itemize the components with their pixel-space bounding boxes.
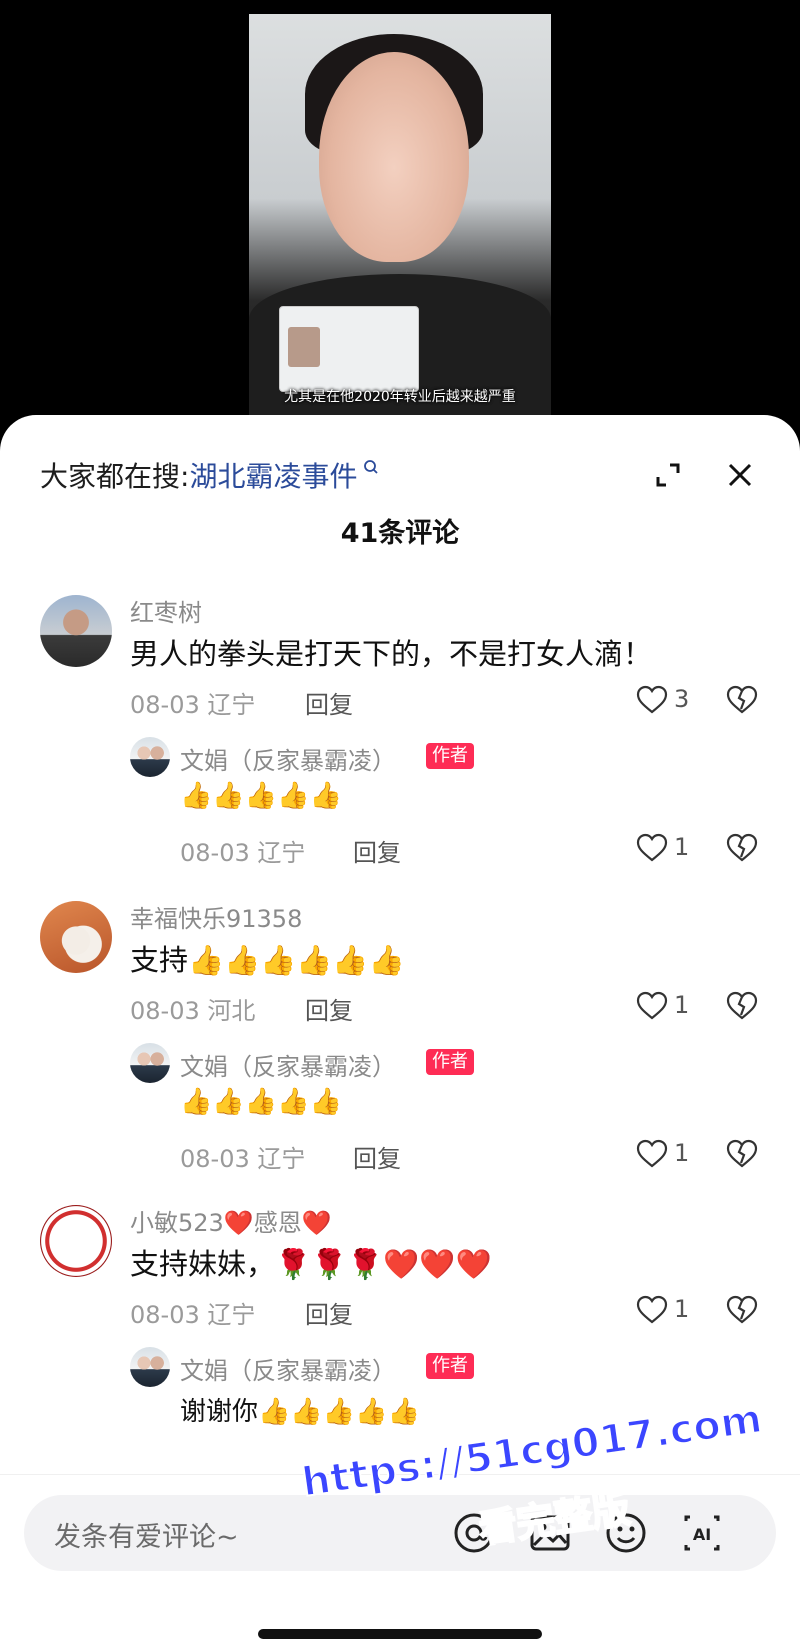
close-icon[interactable] xyxy=(722,457,758,493)
heart-icon[interactable] xyxy=(636,1139,668,1169)
heart-icon[interactable] xyxy=(636,1295,668,1325)
broken-heart-icon[interactable] xyxy=(726,685,758,715)
comment-input-placeholder: 发条有爱评论~ xyxy=(54,1522,239,1553)
author-avatar[interactable] xyxy=(130,737,170,777)
video-area[interactable]: 尤其是在他2020年转业后越来越严重 xyxy=(0,0,800,440)
like-count: 1 xyxy=(674,1139,690,1167)
heart-icon[interactable] xyxy=(636,991,668,1021)
reply-button[interactable]: 回复 xyxy=(353,833,401,868)
comment-text: 支持👍👍👍👍👍👍 xyxy=(130,943,405,977)
reply-username[interactable]: 文娟（反家暴霸凌） xyxy=(180,1047,396,1082)
like-count: 1 xyxy=(674,1295,690,1323)
author-badge: 作者 xyxy=(426,1049,474,1075)
like-count: 1 xyxy=(674,833,690,861)
avatar[interactable] xyxy=(40,901,112,973)
heart-icon[interactable] xyxy=(636,833,668,863)
reply-button[interactable]: 回复 xyxy=(353,1139,401,1174)
svg-text:AI: AI xyxy=(693,1525,711,1544)
video-subtitle: 尤其是在他2020年转业后越来越严重 xyxy=(284,389,516,405)
comment-username[interactable]: 小敏523❤️感恩❤️ xyxy=(130,1203,332,1238)
reply-meta: 08-03 辽宁 xyxy=(180,839,306,867)
reply-username[interactable]: 文娟（反家暴霸凌） xyxy=(180,1351,396,1386)
broken-heart-icon[interactable] xyxy=(726,1295,758,1325)
comment-text: 男人的拳头是打天下的，不是打女人滴！ xyxy=(130,637,653,671)
comment-meta: 08-03 辽宁 xyxy=(130,1301,256,1329)
reply-button[interactable]: 回复 xyxy=(305,685,353,720)
like-count: 3 xyxy=(674,685,690,713)
comment-text: 支持妹妹，🌹🌹🌹❤️❤️❤️ xyxy=(130,1247,492,1281)
reply-button[interactable]: 回复 xyxy=(305,1295,353,1330)
author-avatar[interactable] xyxy=(130,1347,170,1387)
heart-icon[interactable] xyxy=(636,685,668,715)
video-person-face xyxy=(319,52,469,262)
id-card-image xyxy=(279,306,419,392)
broken-heart-icon[interactable] xyxy=(726,991,758,1021)
comment-input[interactable]: 发条有爱评论~ AI xyxy=(24,1495,776,1571)
author-badge: 作者 xyxy=(426,743,474,769)
author-avatar[interactable] xyxy=(130,1043,170,1083)
comment-meta: 08-03 河北 xyxy=(130,997,256,1025)
comment-username[interactable]: 幸福快乐91358 xyxy=(130,899,302,934)
expand-icon[interactable] xyxy=(650,457,686,493)
trending-search-bar[interactable]: 大家都在搜: 湖北霸凌事件 xyxy=(40,455,379,495)
trending-search-link[interactable]: 湖北霸凌事件 xyxy=(189,455,357,495)
reply-button[interactable]: 回复 xyxy=(305,991,353,1026)
avatar[interactable] xyxy=(40,595,112,667)
broken-heart-icon[interactable] xyxy=(726,1139,758,1169)
comment-input-bar: 发条有爱评论~ AI xyxy=(0,1474,800,1649)
avatar[interactable] xyxy=(40,1205,112,1277)
reply-username[interactable]: 文娟（反家暴霸凌） xyxy=(180,741,396,776)
comment-count-title: 41条评论 xyxy=(340,518,460,549)
broken-heart-icon[interactable] xyxy=(726,833,758,863)
search-icon xyxy=(364,460,379,474)
like-count: 1 xyxy=(674,991,690,1019)
reply-text: 👍👍👍👍👍 xyxy=(180,781,342,811)
video-frame[interactable]: 尤其是在他2020年转业后越来越严重 xyxy=(249,14,551,424)
comment-username[interactable]: 红枣树 xyxy=(130,593,202,628)
reply-text: 👍👍👍👍👍 xyxy=(180,1087,342,1117)
reply-meta: 08-03 辽宁 xyxy=(180,1145,306,1173)
home-indicator[interactable] xyxy=(258,1629,542,1639)
ai-icon[interactable]: AI xyxy=(680,1511,724,1555)
author-badge: 作者 xyxy=(426,1353,474,1379)
comment-meta: 08-03 辽宁 xyxy=(130,691,256,719)
reply-text: 谢谢你👍👍👍👍👍 xyxy=(180,1397,420,1427)
trending-search-prefix: 大家都在搜: xyxy=(40,460,190,493)
